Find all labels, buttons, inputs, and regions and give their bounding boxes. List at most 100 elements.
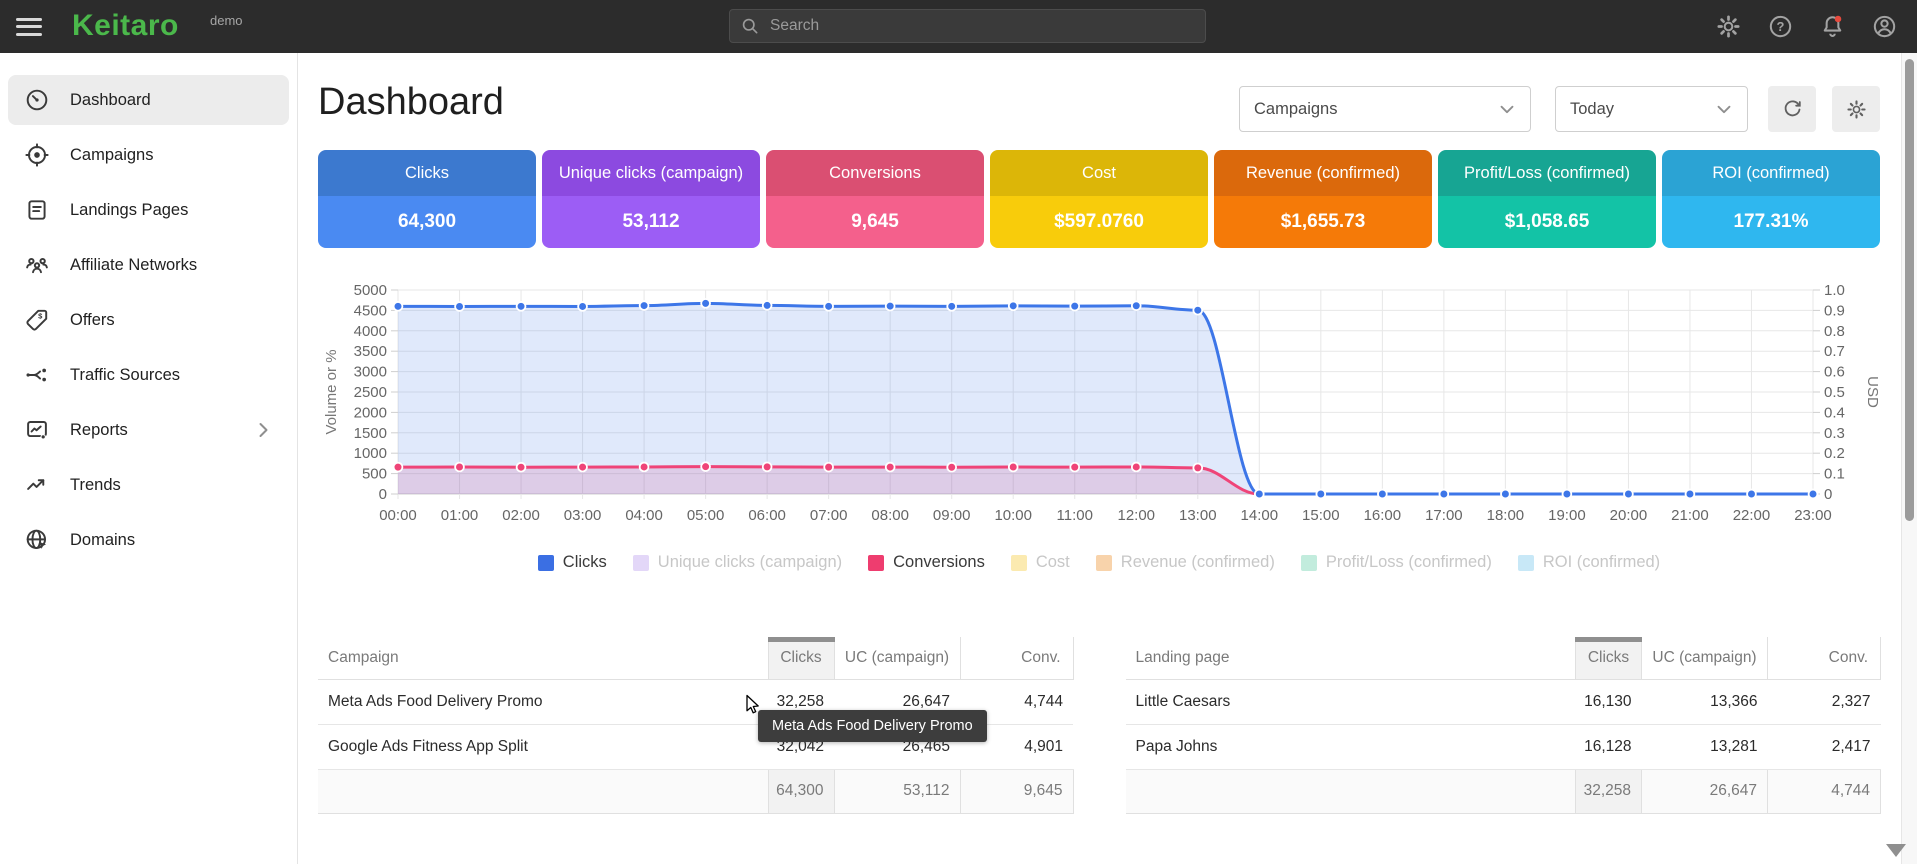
column-header-conv[interactable]: Conv. (960, 637, 1073, 679)
svg-text:4500: 4500 (354, 302, 387, 319)
sort-indicator (1575, 637, 1642, 642)
stat-card-cost[interactable]: Cost $597.0760 (990, 150, 1208, 248)
svg-text:23:00: 23:00 (1794, 507, 1832, 524)
svg-text:USD: USD (1864, 376, 1880, 408)
sidebar-item-reports[interactable]: Reports (8, 405, 289, 455)
legend-item-conversions[interactable]: Conversions (868, 553, 985, 572)
svg-text:10:00: 10:00 (994, 507, 1032, 524)
column-header-uc[interactable]: UC (campaign) (1642, 637, 1768, 679)
legend-item-clicks[interactable]: Clicks (538, 553, 607, 572)
settings-gear-icon[interactable] (1715, 13, 1742, 40)
grouping-select[interactable]: Campaigns (1239, 86, 1531, 132)
svg-text:07:00: 07:00 (810, 507, 848, 524)
legend-item-revenue-confirmed[interactable]: Revenue (confirmed) (1096, 553, 1275, 572)
sidebar-item-campaigns[interactable]: Campaigns (8, 130, 289, 180)
svg-text:500: 500 (362, 466, 387, 483)
svg-text:$: $ (38, 311, 43, 320)
stat-card-profit-loss-confirmed[interactable]: Profit/Loss (confirmed) $1,058.65 (1438, 150, 1656, 248)
hamburger-menu-icon[interactable] (16, 13, 46, 40)
legend-item-roi-confirmed[interactable]: ROI (confirmed) (1518, 553, 1660, 572)
svg-text:0.3: 0.3 (1824, 425, 1845, 442)
column-header-landing-page[interactable]: Landing page (1126, 637, 1576, 679)
svg-text:3000: 3000 (354, 364, 387, 381)
svg-text:15:00: 15:00 (1302, 507, 1340, 524)
topbar-icon-group: ? (1715, 0, 1898, 53)
svg-text:0.1: 0.1 (1824, 466, 1845, 483)
svg-text:1500: 1500 (354, 425, 387, 442)
stat-card-roi-confirmed[interactable]: ROI (confirmed) 177.31% (1662, 150, 1880, 248)
sidebar: Dashboard Campaigns Landings Pages Affil… (0, 53, 298, 864)
sidebar-item-trends[interactable]: Trends (8, 460, 289, 510)
dashboard-settings-button[interactable] (1832, 86, 1880, 132)
search-input[interactable] (770, 17, 1195, 35)
svg-text:0.7: 0.7 (1824, 343, 1845, 360)
sidebar-item-traffic-sources[interactable]: Traffic Sources (8, 350, 289, 400)
stat-card-conversions[interactable]: Conversions 9,645 (766, 150, 984, 248)
svg-text:01:00: 01:00 (441, 507, 479, 524)
globe-icon (24, 527, 50, 553)
chevron-down-icon (1713, 98, 1735, 120)
svg-text:04:00: 04:00 (625, 507, 663, 524)
help-icon[interactable]: ? (1767, 13, 1794, 40)
sidebar-item-domains[interactable]: Domains (8, 515, 289, 565)
svg-text:09:00: 09:00 (933, 507, 971, 524)
svg-text:1.0: 1.0 (1824, 282, 1845, 299)
legend-item-unique-clicks-campaign[interactable]: Unique clicks (campaign) (633, 553, 842, 572)
svg-text:02:00: 02:00 (502, 507, 540, 524)
date-range-select[interactable]: Today (1555, 86, 1748, 132)
svg-text:0.4: 0.4 (1824, 404, 1845, 421)
column-header-uc[interactable]: UC (campaign) (834, 637, 960, 679)
search-bar[interactable] (729, 9, 1206, 43)
scrollbar[interactable] (1901, 53, 1917, 864)
column-header-clicks[interactable]: Clicks (768, 637, 834, 679)
svg-text:1000: 1000 (354, 445, 387, 462)
tag-icon: $ (24, 307, 50, 333)
svg-text:17:00: 17:00 (1425, 507, 1463, 524)
column-header-conv[interactable]: Conv. (1768, 637, 1881, 679)
svg-text:2500: 2500 (354, 384, 387, 401)
scrollbar-thumb[interactable] (1905, 59, 1914, 521)
svg-text:03:00: 03:00 (564, 507, 602, 524)
svg-text:19:00: 19:00 (1548, 507, 1586, 524)
top-bar: Keitaro demo ? (0, 0, 1917, 53)
legend-swatch (1011, 555, 1027, 571)
sidebar-item-affiliate-networks[interactable]: Affiliate Networks (8, 240, 289, 290)
people-icon (24, 252, 50, 278)
svg-text:0.9: 0.9 (1824, 302, 1845, 319)
svg-text:2000: 2000 (354, 404, 387, 421)
notifications-bell-icon[interactable] (1819, 13, 1846, 40)
sidebar-item-dashboard[interactable]: Dashboard (8, 75, 289, 125)
sidebar-item-landings-pages[interactable]: Landings Pages (8, 185, 289, 235)
keitaro-logo: Keitaro (72, 9, 179, 43)
svg-text:0.8: 0.8 (1824, 323, 1845, 340)
account-icon[interactable] (1871, 13, 1898, 40)
stat-card-clicks[interactable]: Clicks 64,300 (318, 150, 536, 248)
svg-text:0: 0 (1824, 486, 1832, 503)
refresh-icon (1781, 98, 1804, 121)
table-row[interactable]: Papa Johns 16,128 13,281 2,417 (1126, 724, 1881, 769)
gauge-icon (24, 87, 50, 113)
column-header-campaign[interactable]: Campaign (318, 637, 768, 679)
traffic-chart[interactable]: 0500100015002000250030003500400045005000… (318, 272, 1880, 524)
column-header-clicks[interactable]: Clicks (1576, 637, 1642, 679)
stat-card-unique-clicks-campaign[interactable]: Unique clicks (campaign) 53,112 (542, 150, 760, 248)
search-icon (740, 16, 760, 36)
stat-card-revenue-confirmed[interactable]: Revenue (confirmed) $1,655.73 (1214, 150, 1432, 248)
refresh-button[interactable] (1768, 86, 1816, 132)
totals-row: 64,300 53,112 9,645 (318, 769, 1073, 813)
table-row[interactable]: Little Caesars 16,130 13,366 2,327 (1126, 679, 1881, 724)
svg-text:?: ? (1777, 19, 1785, 34)
legend-item-cost[interactable]: Cost (1011, 553, 1070, 572)
svg-text:4000: 4000 (354, 323, 387, 340)
svg-text:0.2: 0.2 (1824, 445, 1845, 462)
trend-icon (24, 472, 50, 498)
totals-row: 32,258 26,647 4,744 (1126, 769, 1881, 813)
stat-cards: Clicks 64,300 Unique clicks (campaign) 5… (318, 150, 1880, 248)
svg-text:08:00: 08:00 (871, 507, 909, 524)
gear-icon (1845, 98, 1868, 121)
landings-table: Landing page Clicks UC (campaign) Conv. … (1126, 637, 1882, 814)
sidebar-item-offers[interactable]: $ Offers (8, 295, 289, 345)
legend-item-profit-loss-confirmed[interactable]: Profit/Loss (confirmed) (1301, 553, 1492, 572)
split-icon (24, 362, 50, 388)
scroll-down-arrow-icon[interactable] (1886, 844, 1906, 857)
